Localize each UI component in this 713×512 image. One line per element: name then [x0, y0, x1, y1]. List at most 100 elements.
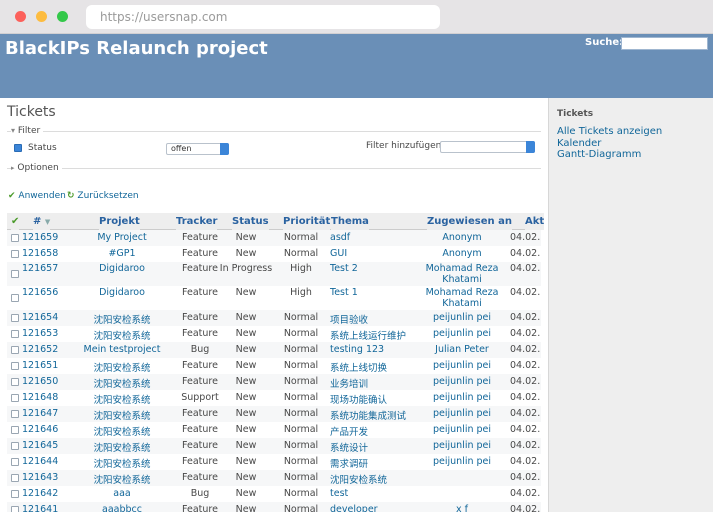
ticket-assignee-link[interactable]: Anonym	[417, 248, 507, 259]
ticket-project-link[interactable]: #GP1	[67, 248, 177, 259]
ticket-id-link[interactable]: 121642	[22, 488, 58, 499]
table-row[interactable]: 121645 沈阳安检系统 Feature New Normal 系统设计 peijunli…	[7, 438, 541, 454]
ticket-subject-link[interactable]: 需求调研	[330, 456, 368, 470]
ticket-assignee-link[interactable]: peijunlin pei	[417, 360, 507, 371]
ticket-id-link[interactable]: 121647	[22, 408, 58, 419]
ticket-project-link[interactable]: 沈阳安检系统	[67, 312, 177, 326]
ticket-project-link[interactable]: 沈阳安检系统	[67, 472, 177, 486]
ticket-subject-link[interactable]: 业务培训	[330, 376, 368, 390]
add-filter-select[interactable]	[440, 141, 535, 153]
ticket-id-link[interactable]: 121651	[22, 360, 58, 371]
ticket-assignee-link[interactable]: Anonym	[417, 232, 507, 243]
table-row[interactable]: 121650 沈阳安检系统 Feature New Normal 业务培训 peijunli…	[7, 374, 541, 390]
table-row[interactable]: 121643 沈阳安检系统 Feature New Normal 沈阳安检系统 04.02.	[7, 470, 541, 486]
ticket-id-link[interactable]: 121644	[22, 456, 58, 467]
ticket-assignee-link[interactable]: peijunlin pei	[417, 328, 507, 339]
ticket-assignee-link[interactable]: peijunlin pei	[417, 424, 507, 435]
ticket-assignee-link[interactable]: peijunlin pei	[417, 456, 507, 467]
status-filter-checkbox[interactable]	[14, 144, 22, 155]
ticket-project-link[interactable]: aaa	[67, 488, 177, 499]
table-row[interactable]: 121642 aaa Bug New Normal test 04.02.	[7, 486, 541, 502]
ticket-id-link[interactable]: 121654	[22, 312, 58, 323]
ticket-id-link[interactable]: 121650	[22, 376, 58, 387]
row-checkbox[interactable]	[11, 250, 19, 258]
row-checkbox[interactable]	[11, 490, 19, 498]
ticket-project-link[interactable]: 沈阳安检系统	[67, 424, 177, 438]
column-header-tracker[interactable]: Tracker	[176, 213, 218, 230]
row-checkbox[interactable]	[11, 394, 19, 402]
column-header-updated[interactable]: Akt	[525, 213, 545, 230]
project-title[interactable]: BlackIPs Relaunch project	[5, 38, 268, 59]
ticket-project-link[interactable]: My Project	[67, 232, 177, 243]
column-header-subject[interactable]: Thema	[331, 213, 369, 230]
row-checkbox[interactable]	[11, 474, 19, 482]
table-row[interactable]: 121659 My Project Feature New Normal asdf Anon…	[7, 230, 541, 246]
row-checkbox[interactable]	[11, 314, 19, 322]
ticket-id-link[interactable]: 121653	[22, 328, 58, 339]
ticket-id-link[interactable]: 121656	[22, 287, 58, 298]
status-operator-select[interactable]: offen	[166, 143, 229, 155]
ticket-id-link[interactable]: 121641	[22, 504, 58, 512]
ticket-assignee-link[interactable]: Mohamad Reza Khatami	[417, 287, 507, 309]
ticket-project-link[interactable]: Mein testproject	[67, 344, 177, 355]
ticket-project-link[interactable]: aaabbcc	[67, 504, 177, 512]
ticket-project-link[interactable]: 沈阳安检系统	[67, 440, 177, 454]
select-all-toggle[interactable]: ✔	[11, 213, 20, 230]
table-row[interactable]: 121648 沈阳安检系统 Support New Normal 现场功能确认 peijun…	[7, 390, 541, 406]
table-row[interactable]: 121647 沈阳安检系统 Feature New Normal 系统功能集成测试 peij…	[7, 406, 541, 422]
ticket-assignee-link[interactable]: peijunlin pei	[417, 408, 507, 419]
ticket-subject-link[interactable]: 系统上线切换	[330, 360, 387, 374]
ticket-subject-link[interactable]: 系统功能集成测试	[330, 408, 406, 422]
minimize-window-button[interactable]	[36, 11, 47, 22]
column-header-project[interactable]: Projekt	[99, 213, 140, 230]
ticket-assignee-link[interactable]: x f	[417, 504, 507, 512]
ticket-project-link[interactable]: 沈阳安检系统	[67, 392, 177, 406]
row-checkbox[interactable]	[11, 410, 19, 418]
ticket-assignee-link[interactable]: Julian Peter	[417, 344, 507, 355]
ticket-id-link[interactable]: 121652	[22, 344, 58, 355]
row-checkbox[interactable]	[11, 234, 19, 242]
row-checkbox[interactable]	[11, 378, 19, 386]
ticket-id-link[interactable]: 121643	[22, 472, 58, 483]
table-row[interactable]: 121657 Digidaroo Feature In Progress High Tes…	[7, 262, 541, 286]
ticket-assignee-link[interactable]: Mohamad Reza Khatami	[417, 263, 507, 285]
column-header-priority[interactable]: Priorität	[283, 213, 331, 230]
ticket-id-link[interactable]: 121648	[22, 392, 58, 403]
ticket-subject-link[interactable]: test	[330, 488, 348, 499]
ticket-id-link[interactable]: 121646	[22, 424, 58, 435]
ticket-project-link[interactable]: 沈阳安检系统	[67, 360, 177, 374]
row-checkbox[interactable]	[11, 294, 19, 302]
table-row[interactable]: 121654 沈阳安检系统 Feature New Normal 项目验收 peijunli…	[7, 310, 541, 326]
ticket-id-link[interactable]: 121657	[22, 263, 58, 274]
search-input[interactable]	[621, 37, 708, 50]
ticket-assignee-link[interactable]: peijunlin pei	[417, 392, 507, 403]
table-row[interactable]: 121651 沈阳安检系统 Feature New Normal 系统上线切换 peijun…	[7, 358, 541, 374]
table-row[interactable]: 121658 #GP1 Feature New Normal GUI Anonym 04.02…	[7, 246, 541, 262]
sidebar-link-calendar[interactable]: Kalender	[557, 138, 601, 149]
ticket-subject-link[interactable]: 产品开发	[330, 424, 368, 438]
ticket-assignee-link[interactable]: peijunlin pei	[417, 440, 507, 451]
reset-button[interactable]: ↻ Zurücksetzen	[67, 191, 139, 201]
ticket-subject-link[interactable]: 系统上线运行维护	[330, 328, 406, 342]
row-checkbox[interactable]	[11, 458, 19, 466]
ticket-subject-link[interactable]: asdf	[330, 232, 350, 243]
table-row[interactable]: 121646 沈阳安检系统 Feature New Normal 产品开发 peijunli…	[7, 422, 541, 438]
row-checkbox[interactable]	[11, 330, 19, 338]
table-row[interactable]: 121652 Mein testproject Bug New Normal testin…	[7, 342, 541, 358]
ticket-project-link[interactable]: Digidaroo	[67, 263, 177, 274]
row-checkbox[interactable]	[11, 270, 19, 278]
close-window-button[interactable]	[15, 11, 26, 22]
ticket-subject-link[interactable]: Test 2	[330, 263, 358, 274]
ticket-assignee-link[interactable]: peijunlin pei	[417, 312, 507, 323]
ticket-subject-link[interactable]: GUI	[330, 248, 347, 259]
ticket-subject-link[interactable]: 系统设计	[330, 440, 368, 454]
ticket-subject-link[interactable]: 现场功能确认	[330, 392, 387, 406]
ticket-subject-link[interactable]: developer	[330, 504, 378, 512]
options-toggle[interactable]: ▸ Optionen	[11, 163, 62, 173]
row-checkbox[interactable]	[11, 362, 19, 370]
ticket-project-link[interactable]: 沈阳安检系统	[67, 408, 177, 422]
column-header-status[interactable]: Status	[232, 213, 269, 230]
ticket-subject-link[interactable]: Test 1	[330, 287, 358, 298]
table-row[interactable]: 121644 沈阳安检系统 Feature New Normal 需求调研 peijunli…	[7, 454, 541, 470]
ticket-subject-link[interactable]: 项目验收	[330, 312, 368, 326]
